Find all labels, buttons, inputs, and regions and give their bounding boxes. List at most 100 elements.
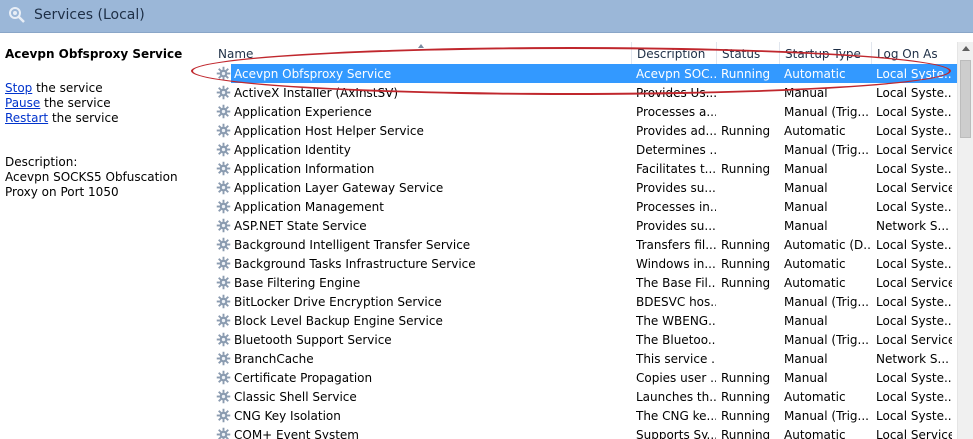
service-status: Running — [721, 124, 771, 138]
service-description: Launches th... — [636, 390, 716, 404]
table-row[interactable]: Classic Shell Service Launches th... Runni… — [213, 387, 958, 406]
table-row[interactable]: Application Experience Processes a... Manu… — [213, 102, 958, 121]
service-log-on-as: Local Syste... — [876, 295, 952, 309]
service-name: COM+ Event System — [234, 428, 359, 439]
restart-service-text: the service — [48, 111, 119, 125]
column-header-startup-type[interactable]: Startup Type — [779, 42, 871, 64]
service-startup-type: Manual — [784, 219, 828, 233]
service-log-on-as: Local Syste... — [876, 105, 952, 119]
service-description: The CNG ke... — [636, 409, 716, 423]
table-row[interactable]: Background Tasks Infrastructure Service W… — [213, 254, 958, 273]
pause-service-text: the service — [40, 96, 111, 110]
service-name: Classic Shell Service — [234, 390, 357, 404]
table-row[interactable]: Block Level Backup Engine Service The WBE… — [213, 311, 958, 330]
service-log-on-as: Local Syste... — [876, 124, 952, 138]
service-status: Running — [721, 238, 771, 252]
service-name: Application Layer Gateway Service — [234, 181, 444, 195]
table-row[interactable]: Certificate Propagation Copies user ... Ru… — [213, 368, 958, 387]
service-startup-type: Manual (Trig... — [784, 409, 869, 423]
service-name: Application Host Helper Service — [234, 124, 424, 138]
service-description: Provides su... — [636, 181, 716, 195]
service-description: Copies user ... — [636, 371, 716, 385]
service-startup-type: Manual (Trig... — [784, 143, 869, 157]
service-description: Transfers fil... — [636, 238, 716, 252]
service-log-on-as: Local Syste... — [876, 200, 952, 214]
pause-service-link[interactable]: Pause — [5, 96, 40, 110]
service-log-on-as: Network S... — [876, 352, 949, 366]
service-name: Application Experience — [234, 105, 372, 119]
service-startup-type: Manual — [784, 200, 828, 214]
service-startup-type: Manual — [784, 371, 828, 385]
service-rows: Acevpn Obfsproxy Service Acevpn SOC... Run… — [213, 64, 958, 439]
column-header-status[interactable]: Status — [716, 42, 779, 64]
service-startup-type: Manual — [784, 352, 828, 366]
service-log-on-as: Local Service — [876, 276, 952, 290]
service-description: BDESVC hos... — [636, 295, 716, 309]
table-row[interactable]: ASP.NET State Service Provides su... Manua… — [213, 216, 958, 235]
service-name: ActiveX Installer (AxInstSV) — [234, 86, 399, 100]
stop-service-text: the service — [32, 81, 103, 95]
title-bar: Services (Local) — [0, 0, 973, 33]
gear-icon — [216, 66, 231, 81]
service-description: Provides su... — [636, 219, 716, 233]
service-name: Base Filtering Engine — [234, 276, 361, 290]
table-row[interactable]: CNG Key Isolation The CNG ke... Running Man… — [213, 406, 958, 425]
table-row[interactable]: Acevpn Obfsproxy Service Acevpn SOC... Run… — [213, 64, 958, 83]
stop-service-link[interactable]: Stop — [5, 81, 32, 95]
service-status: Running — [721, 162, 771, 176]
service-status: Running — [721, 428, 771, 439]
service-log-on-as: Local Syste... — [876, 409, 952, 423]
service-startup-type: Manual (Trig... — [784, 295, 869, 309]
service-log-on-as: Local Service — [876, 143, 952, 157]
table-row[interactable]: BranchCache This service ... Manual Network… — [213, 349, 958, 368]
service-startup-type: Automatic — [784, 276, 846, 290]
table-row[interactable]: Application Identity Determines ... Manual… — [213, 140, 958, 159]
action-stop: Stop the service — [5, 81, 103, 95]
sort-indicator-icon — [418, 44, 424, 48]
service-log-on-as: Local Service — [876, 428, 952, 439]
restart-service-link[interactable]: Restart — [5, 111, 48, 125]
service-log-on-as: Network S... — [876, 219, 949, 233]
gear-icon — [216, 123, 231, 138]
service-startup-type: Manual (Trig... — [784, 333, 869, 347]
services-list[interactable]: Name Description Status Startup Type Log… — [213, 42, 973, 439]
column-header-description[interactable]: Description — [631, 42, 716, 64]
service-log-on-as: Local Syste... — [876, 371, 952, 385]
service-status: Running — [721, 276, 771, 290]
service-startup-type: Automatic — [784, 428, 846, 439]
table-row[interactable]: Application Management Processes in... Man… — [213, 197, 958, 216]
column-header-log-on-as[interactable]: Log On As — [871, 42, 958, 64]
table-row[interactable]: COM+ Event System Supports Sy... Running Au… — [213, 425, 958, 439]
scroll-up-arrow-icon[interactable] — [962, 46, 970, 51]
action-pause: Pause the service — [5, 96, 111, 110]
vertical-scrollbar[interactable] — [957, 42, 973, 439]
table-row[interactable]: Application Layer Gateway Service Provide… — [213, 178, 958, 197]
gear-icon — [216, 237, 231, 252]
service-startup-type: Manual — [784, 86, 828, 100]
service-startup-type: Automatic — [784, 390, 846, 404]
table-row[interactable]: Application Information Facilitates t... R… — [213, 159, 958, 178]
column-header: Name Description Status Startup Type Log… — [213, 42, 958, 64]
service-status: Running — [721, 371, 771, 385]
service-name: CNG Key Isolation — [234, 409, 341, 423]
gear-icon — [216, 389, 231, 404]
window-title: Services (Local) — [34, 7, 145, 23]
table-row[interactable]: Background Intelligent Transfer Service T… — [213, 235, 958, 254]
service-description: Supports Sy... — [636, 428, 716, 439]
action-restart: Restart the service — [5, 111, 118, 125]
table-row[interactable]: Application Host Helper Service Provides … — [213, 121, 958, 140]
service-startup-type: Manual — [784, 162, 828, 176]
gear-icon — [216, 351, 231, 366]
gear-icon — [216, 142, 231, 157]
service-description: Provides Us... — [636, 86, 716, 100]
table-row[interactable]: BitLocker Drive Encryption Service BDESVC… — [213, 292, 958, 311]
service-name: Background Tasks Infrastructure Service — [234, 257, 476, 271]
service-startup-type: Manual (Trig... — [784, 105, 869, 119]
description-label: Description: — [5, 155, 78, 169]
table-row[interactable]: Base Filtering Engine The Base Fil... Runn… — [213, 273, 958, 292]
table-row[interactable]: ActiveX Installer (AxInstSV) Provides Us.… — [213, 83, 958, 102]
table-row[interactable]: Bluetooth Support Service The Bluetoo... M… — [213, 330, 958, 349]
gear-icon — [216, 313, 231, 328]
service-description: The Base Fil... — [636, 276, 716, 290]
scroll-thumb[interactable] — [960, 60, 971, 138]
